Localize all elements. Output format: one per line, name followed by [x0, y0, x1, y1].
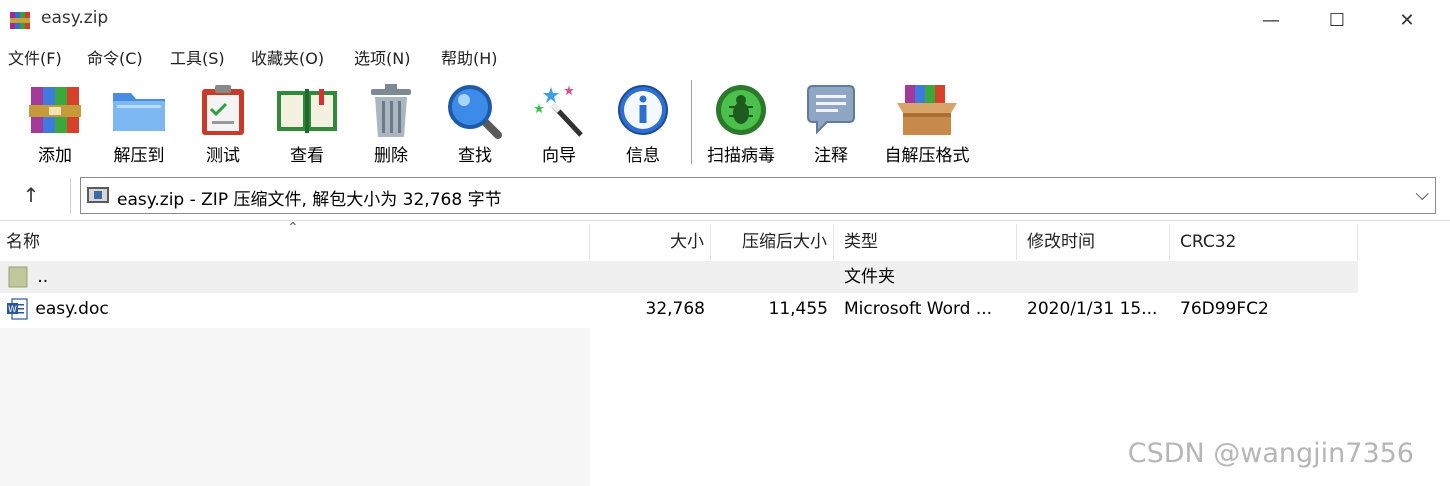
sfx-label: 自解压格式	[884, 146, 970, 166]
svg-text:W: W	[8, 305, 17, 315]
menu-options[interactable]: 选项(N)	[354, 45, 410, 69]
view-button[interactable]: 查看	[262, 73, 352, 168]
clipboard-check-icon	[202, 85, 244, 135]
watermark: CSDN @wangjin7356	[1127, 438, 1414, 469]
name-cell: ..	[0, 261, 590, 293]
address-divider	[70, 178, 71, 214]
column-type[interactable]: 类型	[834, 224, 1017, 260]
sfx-box-icon	[897, 85, 957, 135]
magnifier-icon	[448, 85, 502, 139]
modified-cell	[1017, 261, 1170, 293]
file-name: easy.doc	[35, 299, 109, 319]
size-cell	[590, 261, 711, 293]
minimize-button[interactable]: —	[1236, 0, 1306, 40]
toolbar-separator	[691, 80, 692, 164]
menu-favorites[interactable]: 收藏夹(O)	[251, 45, 324, 69]
crc-cell: 76D99FC2	[1180, 299, 1269, 319]
delete-label: 删除	[374, 146, 408, 166]
comment-icon	[807, 85, 855, 135]
address-bar[interactable]: easy.zip - ZIP 压缩文件, 解包大小为 32,768 字节 ⌵	[80, 177, 1436, 214]
find-label: 查找	[458, 146, 492, 166]
extract-to-label: 解压到	[113, 146, 165, 166]
virus-scan-button[interactable]: 扫描病毒	[696, 73, 786, 168]
packed-cell: 11,455	[768, 299, 828, 319]
size-cell: 32,768	[645, 299, 705, 319]
book-icon	[277, 89, 337, 133]
virus-scan-label: 扫描病毒	[707, 146, 775, 166]
packed-cell	[711, 261, 834, 293]
archive-icon	[86, 185, 109, 205]
word-document-icon: W	[7, 298, 28, 320]
window-title: easy.zip	[41, 8, 109, 28]
list-item[interactable]: W easy.doc 32,768 11,455 Microsoft Word …	[0, 293, 1358, 325]
address-text: easy.zip - ZIP 压缩文件, 解包大小为 32,768 字节	[117, 190, 502, 210]
comment-button[interactable]: 注释	[786, 73, 876, 168]
winrar-app-icon	[9, 9, 31, 31]
menu-tools[interactable]: 工具(S)	[170, 45, 225, 69]
column-crc32[interactable]: CRC32	[1170, 224, 1358, 260]
column-name[interactable]: 名称	[0, 224, 590, 260]
type-cell: 文件夹	[844, 267, 895, 287]
add-label: 添加	[38, 146, 72, 166]
test-label: 测试	[206, 146, 240, 166]
wizard-button[interactable]: 向导	[514, 73, 604, 168]
column-size[interactable]: 大小	[590, 224, 711, 260]
sfx-button[interactable]: 自解压格式	[872, 73, 982, 168]
menu-bar: 文件(F) 命令(C) 工具(S) 收藏夹(O) 选项(N) 帮助(H)	[0, 45, 1450, 71]
column-packed-size[interactable]: 压缩后大小	[711, 224, 834, 260]
comment-label: 注释	[814, 146, 848, 166]
folder-up-icon	[8, 266, 28, 288]
toolbar: 添加 解压到 测试 查看 删除 查找 向导 信息 扫描病毒 注释 自解压格式	[10, 73, 1440, 168]
menu-file[interactable]: 文件(F)	[8, 45, 62, 69]
add-archive-icon	[29, 87, 81, 133]
view-label: 查看	[290, 146, 324, 166]
list-empty-area[interactable]	[0, 328, 590, 486]
menu-commands[interactable]: 命令(C)	[87, 45, 143, 69]
file-name: ..	[37, 267, 49, 287]
bug-scan-icon	[716, 85, 766, 135]
type-cell: Microsoft Word ...	[844, 299, 993, 319]
list-divider	[0, 220, 1450, 221]
magic-wand-icon	[534, 85, 583, 137]
add-button[interactable]: 添加	[10, 73, 100, 168]
info-button[interactable]: 信息	[598, 73, 688, 168]
wizard-label: 向导	[542, 146, 576, 166]
maximize-button[interactable]: ☐	[1302, 0, 1372, 40]
test-button[interactable]: 测试	[178, 73, 268, 168]
trash-icon	[371, 84, 411, 137]
folder-icon	[113, 93, 165, 131]
close-button[interactable]: ✕	[1372, 0, 1442, 40]
menu-help[interactable]: 帮助(H)	[441, 45, 498, 69]
info-icon	[618, 85, 668, 135]
info-label: 信息	[626, 146, 660, 166]
column-modified[interactable]: 修改时间	[1017, 224, 1170, 260]
column-header-row: 名称 大小 压缩后大小 类型 修改时间 CRC32	[0, 224, 1358, 260]
find-button[interactable]: 查找	[430, 73, 520, 168]
title-bar: easy.zip — ☐ ✕	[0, 0, 1450, 40]
chevron-down-icon[interactable]: ⌵	[1415, 184, 1429, 205]
modified-cell: 2020/1/31 15...	[1027, 299, 1158, 319]
up-folder-button[interactable]: ↑	[14, 178, 48, 212]
list-item[interactable]: .. 文件夹	[0, 261, 1358, 293]
extract-to-button[interactable]: 解压到	[94, 73, 184, 168]
delete-button[interactable]: 删除	[346, 73, 436, 168]
name-cell: W easy.doc	[0, 293, 590, 325]
crc-cell	[1170, 261, 1358, 293]
